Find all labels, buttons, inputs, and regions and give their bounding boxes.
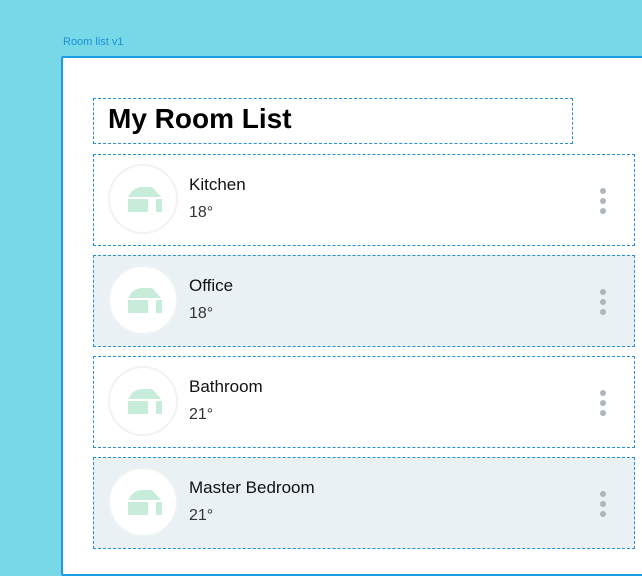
frame-label: Room list v1 (63, 36, 124, 48)
room-list-item[interactable]: Bathroom 21° (93, 356, 635, 448)
room-list-frame: My Room List Kitchen 18° Office 18° Bath… (61, 56, 642, 576)
page-title: My Room List (108, 103, 292, 134)
title-container: My Room List (93, 98, 573, 144)
room-list-item[interactable]: Master Bedroom 21° (93, 457, 635, 549)
room-name: Kitchen (189, 175, 246, 194)
room-name: Master Bedroom (189, 478, 315, 497)
room-name: Office (189, 276, 234, 295)
more-options-icon[interactable] (596, 390, 610, 416)
room-avatar (108, 366, 178, 436)
room-list-item[interactable]: Office 18° (93, 255, 635, 347)
room-name: Bathroom (189, 377, 263, 396)
more-options-icon[interactable] (596, 188, 610, 214)
room-temperature: 21° (189, 406, 214, 423)
house-icon (128, 187, 162, 212)
room-avatar (108, 265, 178, 335)
more-options-icon[interactable] (596, 491, 610, 517)
more-options-icon[interactable] (596, 289, 610, 315)
room-avatar (108, 467, 178, 537)
room-temperature: 18° (189, 204, 214, 221)
room-avatar (108, 164, 178, 234)
room-temperature: 21° (189, 507, 214, 524)
house-icon (128, 490, 162, 515)
room-temperature: 18° (189, 305, 214, 322)
house-icon (128, 288, 162, 313)
house-icon (128, 389, 162, 414)
room-list-item[interactable]: Kitchen 18° (93, 154, 635, 246)
